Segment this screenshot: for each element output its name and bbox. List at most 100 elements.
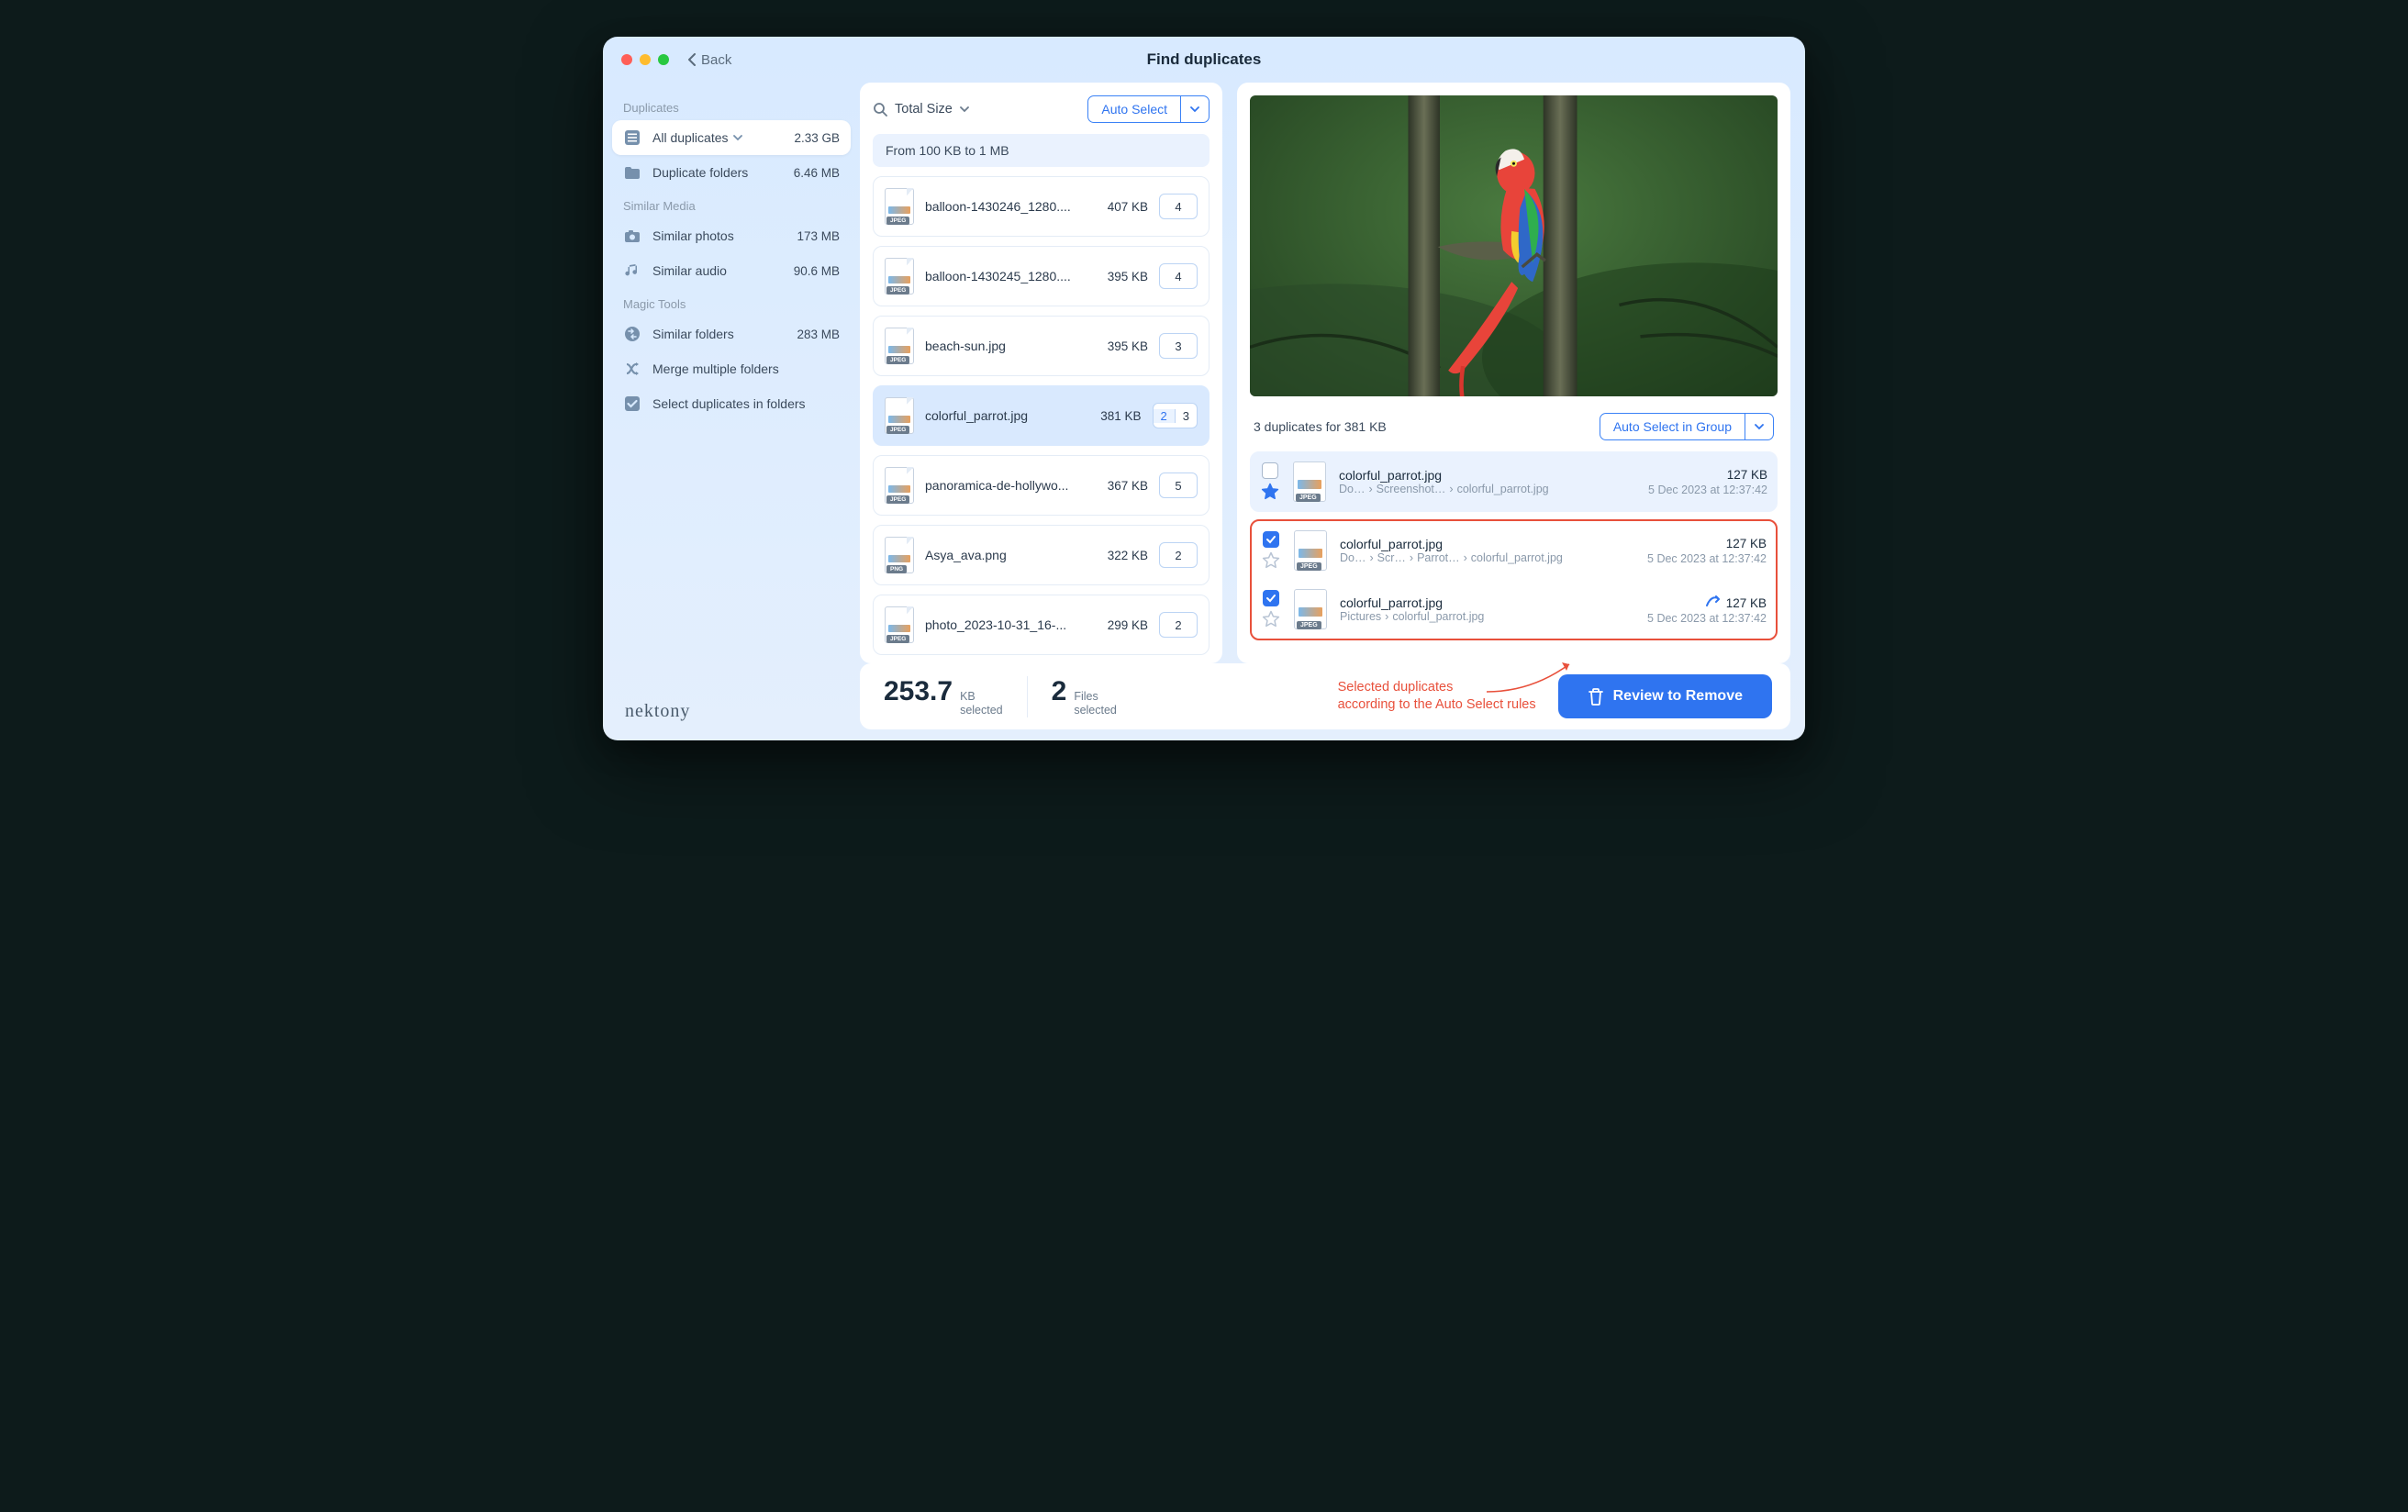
selected-files-metric: 2 Filesselected bbox=[1028, 676, 1141, 717]
sidebar-item-select-in-folders[interactable]: Select duplicates in folders bbox=[612, 386, 851, 421]
columns: Total Size Auto Select From 100 KB to 1 … bbox=[860, 83, 1805, 663]
back-label: Back bbox=[701, 52, 731, 68]
file-list-item[interactable]: JPEGbeach-sun.jpg395 KB3 bbox=[873, 316, 1210, 376]
sidebar-item-similar-photos[interactable]: Similar photos 173 MB bbox=[612, 218, 851, 253]
file-type-icon: JPEG bbox=[1293, 461, 1326, 502]
brand-logo: nektony bbox=[612, 686, 851, 726]
app-body: Duplicates All duplicates 2.33 GB Duplic… bbox=[603, 83, 1805, 740]
traffic-lights bbox=[621, 54, 669, 65]
sidebar-item-size: 283 MB bbox=[797, 328, 840, 341]
selected-files-value: 2 bbox=[1052, 676, 1067, 707]
titlebar: Back Find duplicates bbox=[603, 37, 1805, 83]
search-icon bbox=[873, 102, 887, 117]
annotation-text: Selected duplicates according to the Aut… bbox=[1338, 679, 1536, 714]
duplicate-list-column: Total Size Auto Select From 100 KB to 1 … bbox=[860, 83, 1222, 663]
minimize-window[interactable] bbox=[640, 54, 651, 65]
sidebar-item-merge-folders[interactable]: Merge multiple folders bbox=[612, 351, 851, 386]
duplicate-name: colorful_parrot.jpg bbox=[1339, 468, 1635, 483]
file-list-item[interactable]: PNGAsya_ava.png322 KB2 bbox=[873, 525, 1210, 585]
compare-icon bbox=[623, 325, 641, 343]
sidebar-item-all-duplicates[interactable]: All duplicates 2.33 GB bbox=[612, 120, 851, 155]
camera-icon bbox=[623, 227, 641, 245]
favorite-star[interactable] bbox=[1261, 483, 1279, 501]
file-size: 395 KB bbox=[1097, 270, 1148, 284]
selected-size-metric: 253.7 KBselected bbox=[860, 676, 1028, 717]
auto-select-in-group-button[interactable]: Auto Select in Group bbox=[1600, 414, 1745, 439]
list-icon bbox=[623, 128, 641, 147]
list-header: Total Size Auto Select bbox=[873, 95, 1210, 134]
file-size: 381 KB bbox=[1090, 409, 1142, 423]
checkbox[interactable] bbox=[1263, 531, 1279, 548]
check-square-icon bbox=[623, 395, 641, 413]
close-window[interactable] bbox=[621, 54, 632, 65]
checkbox[interactable] bbox=[1262, 462, 1278, 479]
favorite-star[interactable] bbox=[1262, 551, 1280, 570]
duplicate-row[interactable]: JPEG colorful_parrot.jpgPictures›colorful… bbox=[1252, 580, 1776, 639]
file-type-icon: JPEG bbox=[1294, 589, 1327, 629]
chevron-down-icon bbox=[960, 105, 969, 114]
file-type-icon: JPEG bbox=[885, 188, 914, 225]
auto-select-button[interactable]: Auto Select bbox=[1088, 96, 1180, 122]
file-name: colorful_parrot.jpg bbox=[925, 408, 1079, 423]
main-area: Total Size Auto Select From 100 KB to 1 … bbox=[860, 83, 1805, 740]
file-list-item[interactable]: JPEGballoon-1430246_1280....407 KB4 bbox=[873, 176, 1210, 237]
file-type-icon: JPEG bbox=[1294, 530, 1327, 571]
file-list-item[interactable]: JPEGphoto_2023-10-31_16-...299 KB2 bbox=[873, 595, 1210, 655]
sidebar-item-size: 6.46 MB bbox=[794, 166, 840, 180]
duplicate-date: 5 Dec 2023 at 12:37:42 bbox=[1647, 552, 1767, 565]
file-name: beach-sun.jpg bbox=[925, 339, 1086, 353]
duplicate-size: 127 KB bbox=[1726, 537, 1767, 550]
sidebar-item-similar-audio[interactable]: Similar audio 90.6 MB bbox=[612, 253, 851, 288]
selected-size-unit: KBselected bbox=[960, 690, 1003, 717]
sidebar-item-label: Similar folders bbox=[652, 327, 786, 341]
duplicate-row[interactable]: JPEG colorful_parrot.jpgDo…›Screenshot…›c… bbox=[1250, 451, 1778, 512]
review-to-remove-button[interactable]: Review to Remove bbox=[1558, 674, 1772, 718]
file-list[interactable]: JPEGballoon-1430246_1280....407 KB4JPEGb… bbox=[873, 176, 1210, 663]
count-badge: 4 bbox=[1159, 194, 1198, 219]
duplicate-path: Do…›Screenshot…›colorful_parrot.jpg bbox=[1339, 483, 1635, 495]
count-badge: 4 bbox=[1159, 263, 1198, 289]
sidebar-item-label: Select duplicates in folders bbox=[652, 396, 840, 411]
count-badge: 2 bbox=[1159, 542, 1198, 568]
file-list-item[interactable]: JPEGballoon-1430245_1280....395 KB4 bbox=[873, 246, 1210, 306]
sidebar-item-size: 173 MB bbox=[797, 229, 840, 243]
duplicate-rows: JPEGcolorful_parrot.jpgDo…›Screenshot…›c… bbox=[1250, 451, 1778, 640]
file-type-icon: JPEG bbox=[885, 606, 914, 643]
file-type-icon: JPEG bbox=[885, 258, 914, 295]
duplicate-name: colorful_parrot.jpg bbox=[1340, 537, 1634, 551]
count-badge: 3 bbox=[1159, 333, 1198, 359]
duplicate-row[interactable]: JPEGcolorful_parrot.jpgDo…›Scr…›Parrot…›… bbox=[1252, 521, 1776, 580]
sort-dropdown[interactable]: Total Size bbox=[873, 102, 969, 117]
section-label-similar-media: Similar Media bbox=[612, 190, 851, 218]
duplicate-meta: 127 KB5 Dec 2023 at 12:37:42 bbox=[1648, 467, 1767, 496]
favorite-star[interactable] bbox=[1262, 610, 1280, 628]
image-preview[interactable] bbox=[1250, 95, 1778, 396]
review-button-label: Review to Remove bbox=[1613, 688, 1743, 705]
file-type-icon: PNG bbox=[885, 537, 914, 573]
sidebar-item-size: 90.6 MB bbox=[794, 264, 840, 278]
auto-select-dropdown[interactable] bbox=[1180, 96, 1209, 122]
sidebar-item-duplicate-folders[interactable]: Duplicate folders 6.46 MB bbox=[612, 155, 851, 190]
alias-icon bbox=[1706, 595, 1721, 611]
duplicate-path: Pictures›colorful_parrot.jpg bbox=[1340, 610, 1634, 623]
sidebar: Duplicates All duplicates 2.33 GB Duplic… bbox=[603, 83, 860, 740]
duplicates-summary: 3 duplicates for 381 KB bbox=[1254, 419, 1387, 434]
file-size: 367 KB bbox=[1097, 479, 1148, 493]
sidebar-item-label: Merge multiple folders bbox=[652, 361, 840, 376]
auto-select-in-group-dropdown[interactable] bbox=[1745, 414, 1773, 439]
file-list-item[interactable]: JPEGpanoramica-de-hollywo...367 KB5 bbox=[873, 455, 1210, 516]
checkbox[interactable] bbox=[1263, 590, 1279, 606]
zoom-window[interactable] bbox=[658, 54, 669, 65]
auto-select-control: Auto Select bbox=[1087, 95, 1210, 123]
sidebar-item-label: Similar photos bbox=[652, 228, 786, 243]
sidebar-item-similar-folders[interactable]: Similar folders 283 MB bbox=[612, 317, 851, 351]
file-list-item[interactable]: JPEGcolorful_parrot.jpg381 KB23 bbox=[873, 385, 1210, 446]
duplicate-size: 127 KB bbox=[1726, 596, 1767, 610]
file-size: 322 KB bbox=[1097, 549, 1148, 562]
app-window: Back Find duplicates Duplicates All dupl… bbox=[603, 37, 1805, 740]
duplicate-name: colorful_parrot.jpg bbox=[1340, 595, 1634, 610]
detail-column: 3 duplicates for 381 KB Auto Select in G… bbox=[1237, 83, 1790, 663]
count-badge: 5 bbox=[1159, 472, 1198, 498]
sidebar-item-label: All duplicates bbox=[652, 130, 783, 145]
back-button[interactable]: Back bbox=[687, 52, 731, 68]
